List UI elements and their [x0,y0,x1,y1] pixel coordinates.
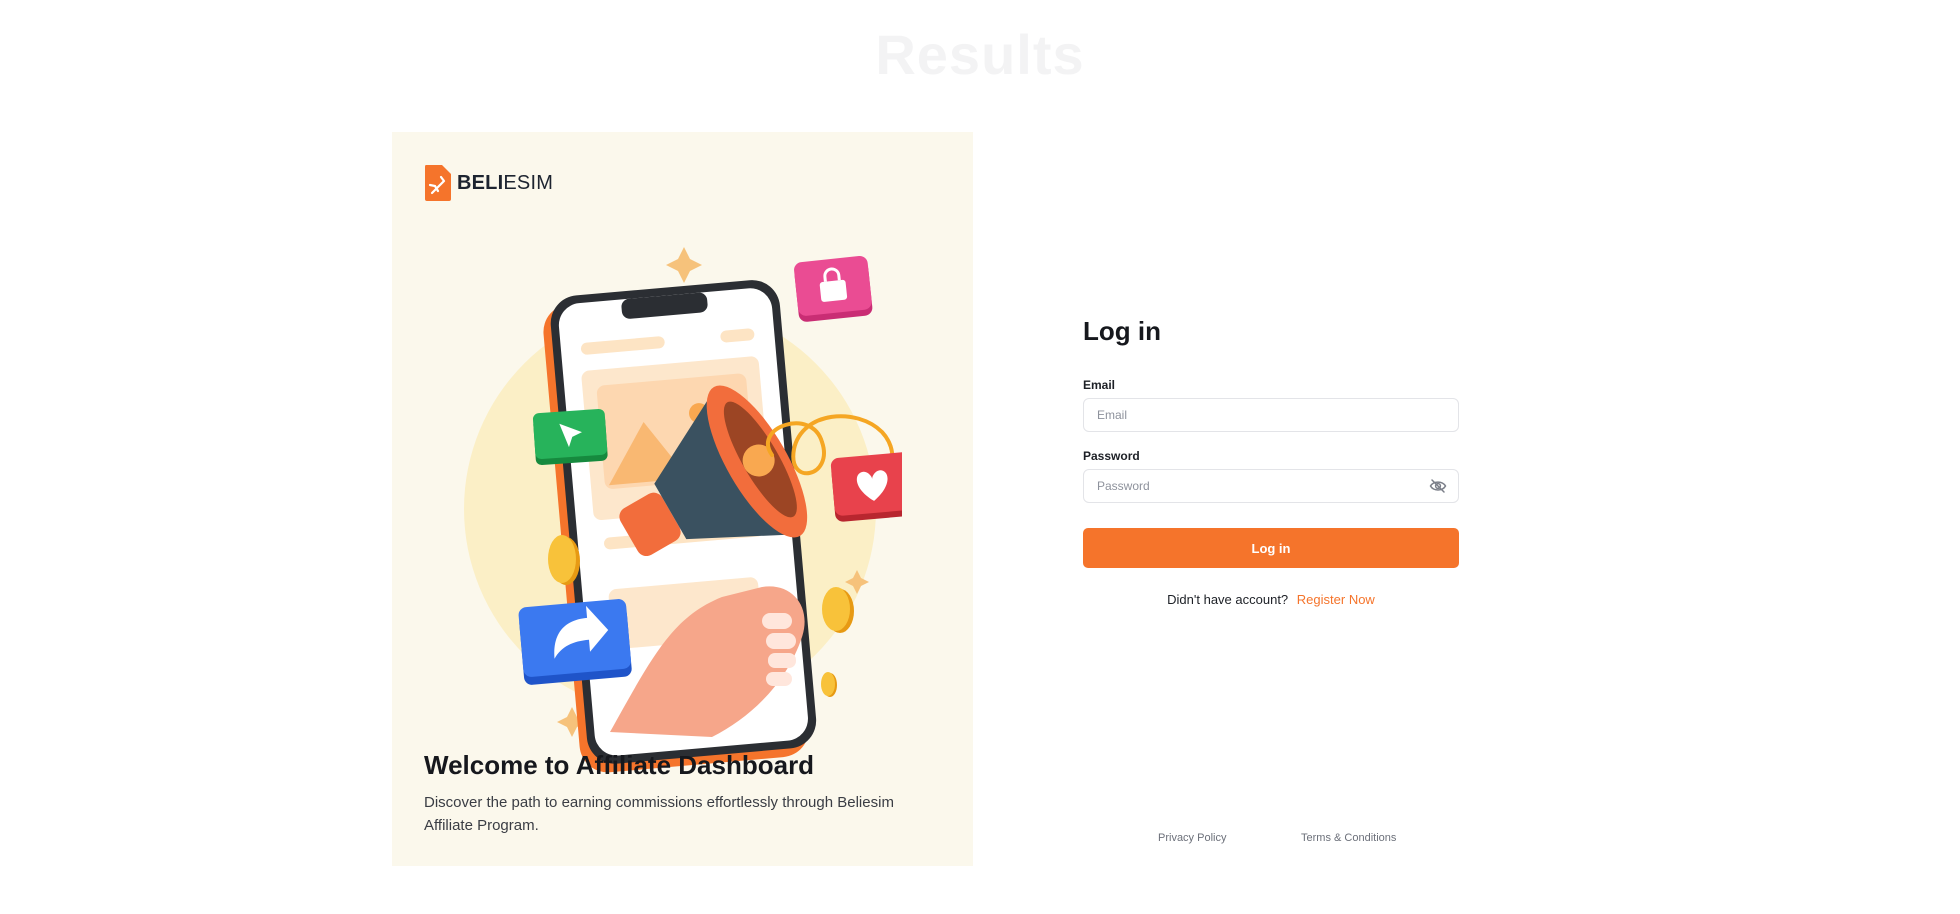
promo-panel: BELIESIM Welcome to Affiliate Dashboard … [392,132,973,866]
register-now-link[interactable]: Register Now [1297,592,1375,607]
privacy-policy-link[interactable]: Privacy Policy [1158,832,1226,844]
promo-title: Welcome to Affiliate Dashboard [424,750,815,780]
terms-conditions-link[interactable]: Terms & Conditions [1301,832,1396,844]
register-prompt: Didn't have account? Register Now [1083,592,1459,607]
megaphone-phone-illustration [464,247,902,773]
password-label: Password [1083,449,1140,463]
promo-description: Discover the path to earning commissions… [424,794,894,834]
password-input[interactable] [1083,469,1459,503]
login-form: Log in Email Password Log in Didn't have… [1083,316,1459,607]
login-title: Log in [1083,316,1161,346]
password-field-wrapper [1083,469,1459,503]
email-label: Email [1083,378,1116,392]
background-heading: Results [875,23,1085,86]
eye-off-icon[interactable] [1429,478,1447,494]
email-input[interactable] [1083,398,1459,432]
email-field-wrapper [1083,398,1459,432]
login-button[interactable]: Log in [1083,528,1459,568]
brand-logo-icon [425,165,451,201]
login-page: Results BELIESIM Welcome to Affiliate Da… [0,0,1960,914]
no-account-text: Didn't have account? [1167,592,1289,607]
